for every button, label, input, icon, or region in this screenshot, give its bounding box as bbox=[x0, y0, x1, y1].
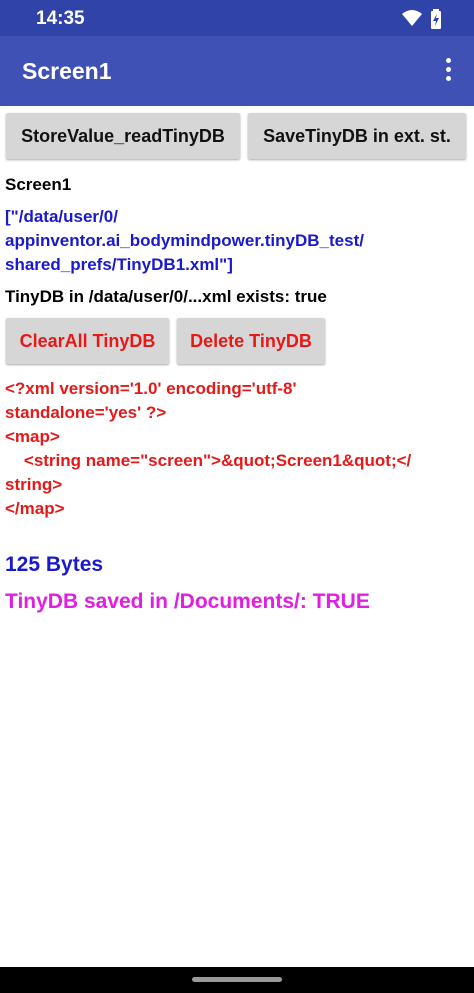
store-value-read-tinydb-button[interactable]: StoreValue_readTinyDB bbox=[6, 113, 240, 159]
app-bar: Screen1 bbox=[0, 36, 474, 106]
saved-status-label: TinyDB saved in /Documents/: TRUE bbox=[5, 590, 370, 613]
status-icons bbox=[401, 9, 442, 29]
navigation-bar bbox=[0, 967, 474, 993]
app-title: Screen1 bbox=[22, 58, 112, 84]
save-tinydb-ext-button[interactable]: SaveTinyDB in ext. st. bbox=[248, 113, 466, 159]
status-time: 14:35 bbox=[36, 8, 85, 29]
wifi-icon bbox=[401, 10, 422, 26]
home-handle[interactable] bbox=[192, 977, 282, 982]
path-line-2: appinventor.ai_bodymindpower.tinyDB_test… bbox=[5, 231, 364, 250]
path-line-1: ["/data/user/0/ bbox=[5, 207, 118, 226]
xml-line: standalone='yes' ?> bbox=[5, 403, 167, 422]
status-bar: 14:35 bbox=[0, 0, 474, 36]
more-vert-icon[interactable] bbox=[444, 58, 452, 84]
xml-line: <string name="screen">&quot;Screen1&quot… bbox=[5, 451, 412, 470]
xml-line: <?xml version='1.0' encoding='utf-8' bbox=[5, 379, 297, 398]
screen-name-label: Screen1 bbox=[5, 175, 72, 194]
bytes-label: 125 Bytes bbox=[5, 553, 104, 576]
xml-line: string> bbox=[5, 475, 63, 494]
xml-line: <map> bbox=[5, 427, 60, 446]
delete-tinydb-button[interactable]: Delete TinyDB bbox=[177, 318, 325, 364]
path-line-3: shared_prefs/TinyDB1.xml"] bbox=[5, 255, 233, 274]
battery-icon bbox=[431, 9, 441, 29]
clear-all-tinydb-button[interactable]: ClearAll TinyDB bbox=[6, 318, 169, 364]
xml-line: </map> bbox=[5, 499, 65, 518]
exists-label: TinyDB in /data/user/0/...xml exists: tr… bbox=[5, 287, 327, 306]
xml-content: <?xml version='1.0' encoding='utf-8' sta… bbox=[5, 377, 469, 521]
